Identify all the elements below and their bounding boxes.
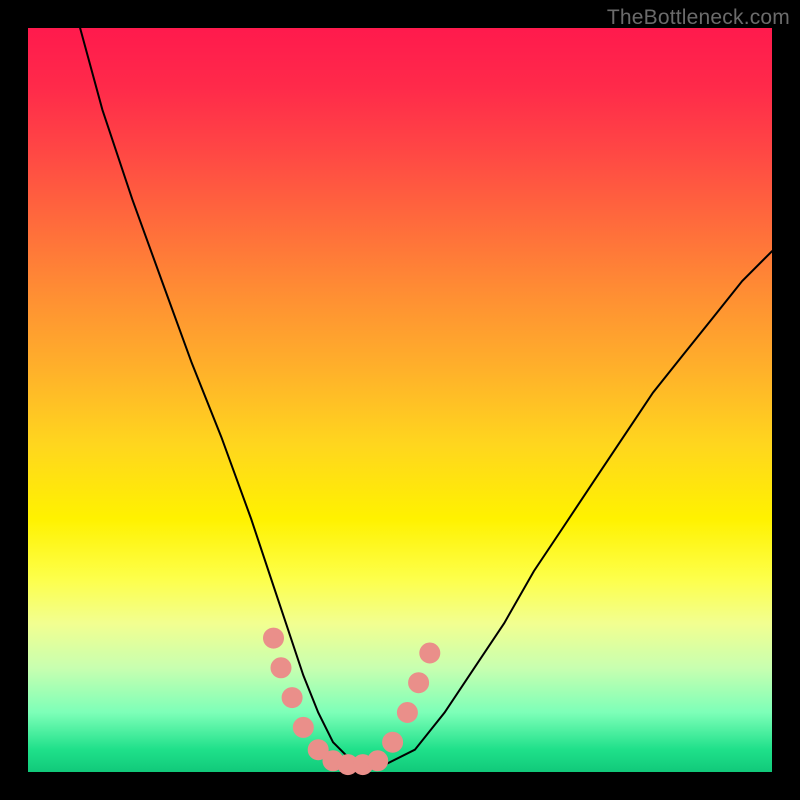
marker-group bbox=[264, 628, 440, 775]
plot-area bbox=[28, 28, 772, 772]
marker-dot bbox=[368, 751, 388, 771]
marker-dot bbox=[420, 643, 440, 663]
chart-stage: TheBottleneck.com bbox=[0, 0, 800, 800]
curve-svg bbox=[28, 28, 772, 772]
marker-dot bbox=[409, 673, 429, 693]
marker-dot bbox=[383, 732, 403, 752]
marker-dot bbox=[264, 628, 284, 648]
marker-dot bbox=[271, 658, 291, 678]
marker-dot bbox=[293, 717, 313, 737]
marker-dot bbox=[282, 688, 302, 708]
marker-dot bbox=[397, 703, 417, 723]
watermark-text: TheBottleneck.com bbox=[607, 6, 790, 30]
